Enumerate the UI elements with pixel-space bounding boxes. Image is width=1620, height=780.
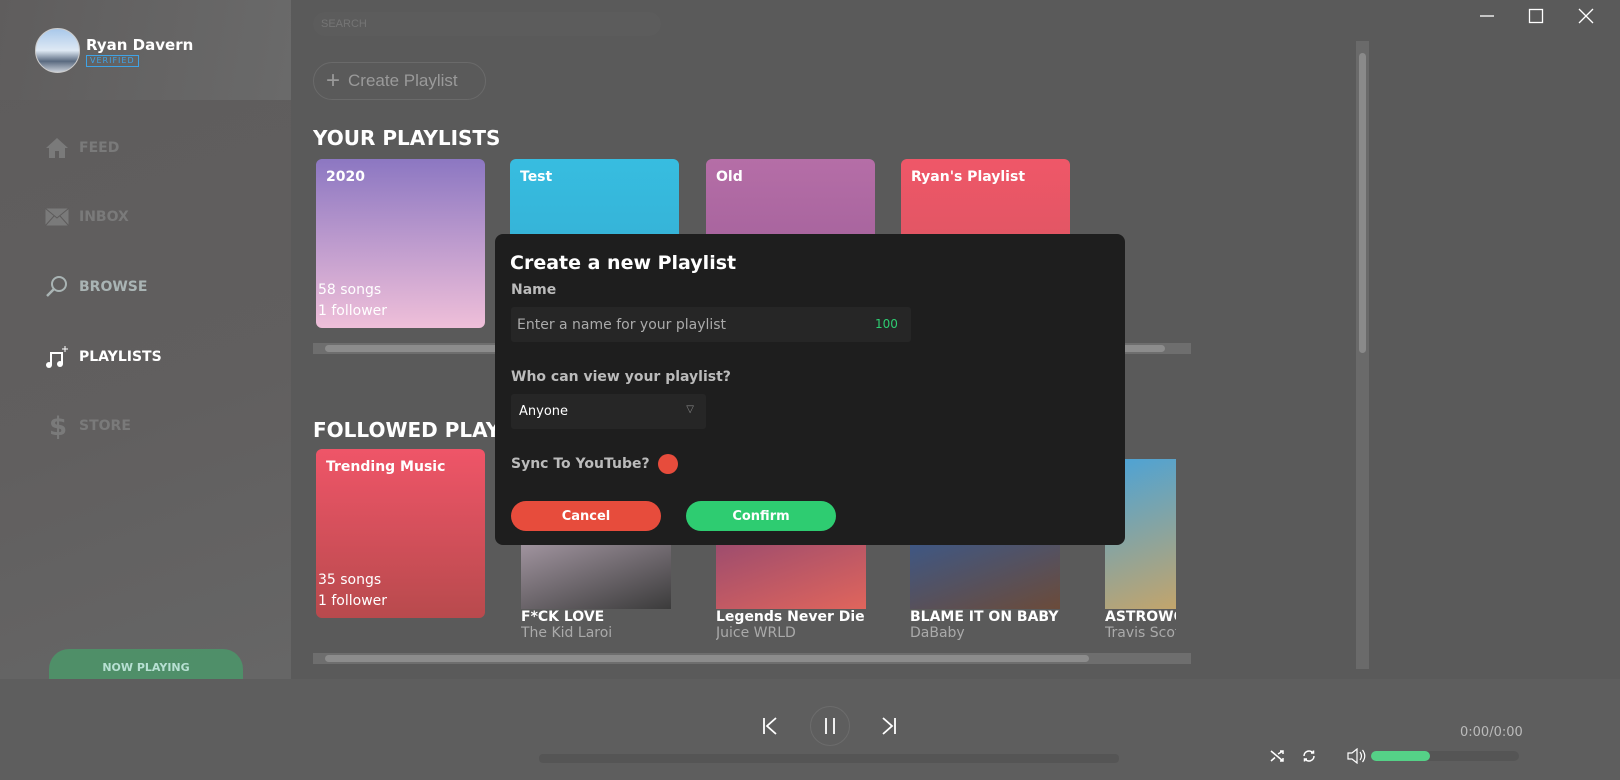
search-input[interactable] bbox=[313, 12, 661, 36]
name-label: Name bbox=[511, 282, 557, 298]
playlist-name: Trending Music bbox=[326, 459, 446, 475]
maximize-icon bbox=[1528, 8, 1544, 24]
music-note-plus-icon bbox=[45, 345, 69, 369]
next-button[interactable] bbox=[877, 713, 901, 739]
album-artist: DaBaby bbox=[910, 625, 965, 641]
character-counter: 100 bbox=[875, 317, 898, 331]
album-artist: The Kid Laroi bbox=[521, 625, 613, 641]
playlist-name: Test bbox=[520, 169, 553, 185]
playlist-songs: 58 songs bbox=[318, 282, 382, 298]
minimize-icon bbox=[1480, 15, 1494, 17]
album-title: F*CK LOVE bbox=[521, 609, 605, 625]
playlist-followers: 1 follower bbox=[318, 593, 388, 609]
playlist-songs: 35 songs bbox=[318, 572, 382, 588]
your-playlists-title: YOUR PLAYLISTS bbox=[313, 126, 501, 150]
previous-button[interactable] bbox=[758, 713, 782, 739]
volume-slider[interactable] bbox=[1371, 751, 1519, 761]
sidebar-item-browse[interactable]: BROWSE bbox=[45, 274, 147, 300]
pause-button[interactable] bbox=[810, 706, 850, 746]
volume-icon bbox=[1347, 748, 1366, 764]
close-button[interactable] bbox=[1569, 4, 1603, 28]
playlist-name: 2020 bbox=[326, 169, 365, 185]
playlist-name: Ryan's Playlist bbox=[911, 169, 1026, 185]
create-playlist-dialog: Create a new Playlist Name 100 Who can v… bbox=[495, 234, 1125, 545]
playlist-followers: 1 follower bbox=[318, 303, 388, 319]
cancel-button[interactable]: Cancel bbox=[511, 501, 661, 531]
user-name: Ryan Davern bbox=[86, 36, 194, 54]
search-icon bbox=[45, 275, 69, 299]
chevron-down-icon: ▽ bbox=[686, 404, 694, 415]
sidebar-item-feed[interactable]: FEED bbox=[45, 135, 119, 161]
home-icon bbox=[45, 136, 69, 160]
create-playlist-label: Create Playlist bbox=[348, 71, 458, 90]
sidebar bbox=[0, 0, 291, 679]
avatar[interactable] bbox=[35, 28, 80, 73]
dollar-icon: $ bbox=[45, 413, 69, 439]
seek-bar[interactable] bbox=[539, 754, 1119, 763]
sidebar-item-label: STORE bbox=[79, 418, 131, 434]
followed-scrollbar[interactable] bbox=[313, 653, 1191, 664]
maximize-button[interactable] bbox=[1519, 4, 1553, 28]
visibility-value: Anyone bbox=[519, 404, 569, 419]
sidebar-item-label: PLAYLISTS bbox=[79, 349, 162, 365]
create-playlist-button[interactable]: + Create Playlist bbox=[313, 62, 486, 100]
album-title: Legends Never Die bbox=[716, 609, 865, 625]
volume-button[interactable] bbox=[1346, 745, 1368, 767]
playlist-card-trending[interactable]: Trending Music 35 songs 1 follower bbox=[316, 449, 485, 618]
visibility-label: Who can view your playlist? bbox=[511, 369, 731, 385]
playlist-name: Old bbox=[716, 169, 743, 185]
vertical-scrollbar[interactable] bbox=[1356, 41, 1369, 669]
sync-label: Sync To YouTube? bbox=[511, 456, 650, 472]
playlist-name-input[interactable] bbox=[511, 307, 911, 342]
close-icon bbox=[1578, 8, 1594, 24]
volume-level bbox=[1371, 751, 1431, 761]
sidebar-item-label: INBOX bbox=[79, 209, 129, 225]
sidebar-item-playlists[interactable]: PLAYLISTS bbox=[45, 344, 162, 370]
sidebar-item-label: FEED bbox=[79, 140, 120, 156]
dialog-title: Create a new Playlist bbox=[510, 252, 737, 274]
repeat-icon bbox=[1303, 750, 1315, 762]
shuffle-icon bbox=[1270, 750, 1284, 762]
playlist-card[interactable]: 2020 58 songs 1 follower bbox=[316, 159, 485, 328]
skip-previous-icon bbox=[763, 717, 777, 735]
confirm-button[interactable]: Confirm bbox=[686, 501, 836, 531]
album-artist: Juice WRLD bbox=[716, 625, 796, 641]
sidebar-item-inbox[interactable]: INBOX bbox=[45, 204, 129, 230]
minimize-button[interactable] bbox=[1470, 4, 1504, 28]
pause-icon bbox=[825, 718, 835, 734]
svg-text:$: $ bbox=[49, 413, 67, 439]
repeat-button[interactable] bbox=[1299, 746, 1319, 766]
skip-next-icon bbox=[882, 717, 896, 735]
mail-icon bbox=[45, 205, 69, 229]
visibility-select[interactable]: Anyone ▽ bbox=[511, 394, 706, 429]
shuffle-button[interactable] bbox=[1267, 746, 1287, 766]
sidebar-item-label: BROWSE bbox=[79, 279, 148, 295]
plus-icon: + bbox=[326, 67, 341, 94]
album-title: BLAME IT ON BABY bbox=[910, 609, 1059, 625]
sync-youtube-toggle[interactable] bbox=[658, 454, 678, 474]
album-title: ASTROWORLD bbox=[1105, 609, 1176, 625]
album-artist: Travis Scott bbox=[1105, 625, 1176, 641]
profile-header: Ryan Davern VERIFIED bbox=[0, 0, 291, 100]
time-display: 0:00/0:00 bbox=[1460, 725, 1523, 740]
verified-badge: VERIFIED bbox=[86, 55, 139, 67]
sidebar-item-store[interactable]: $ STORE bbox=[45, 413, 131, 439]
